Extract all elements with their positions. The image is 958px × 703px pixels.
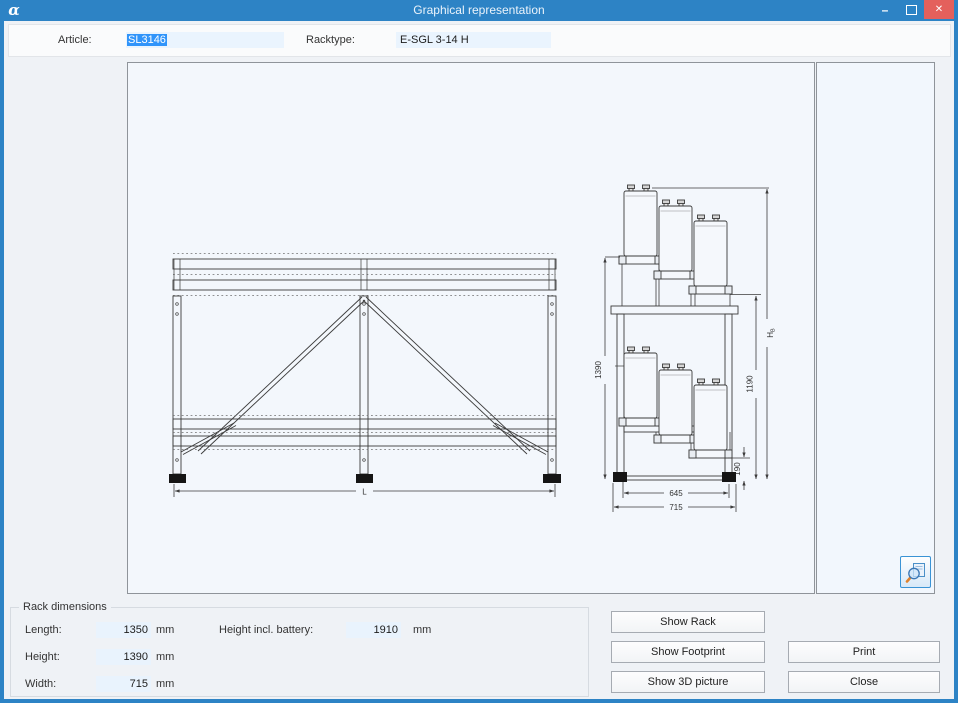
magnifier-page-icon bbox=[905, 562, 925, 583]
height-incl-battery-label: Height incl. battery: bbox=[219, 624, 314, 636]
width-unit: mm bbox=[156, 678, 175, 690]
width-label: Width: bbox=[25, 678, 57, 690]
rack-dimensions-group: Rack dimensions Length: 1350 mm Height: … bbox=[10, 601, 589, 697]
dim-height-total: 1390 bbox=[594, 361, 603, 379]
width-field[interactable]: 715 bbox=[96, 676, 151, 692]
dim-length-label: L bbox=[362, 488, 367, 497]
graphical-representation-window: α Graphical representation – ✕ Article: … bbox=[0, 0, 958, 703]
side-panel bbox=[816, 62, 935, 594]
battery-lower-1 bbox=[618, 346, 663, 427]
article-label: Article: bbox=[58, 34, 92, 46]
minimize-button[interactable]: – bbox=[872, 0, 898, 19]
dim-height-incl-battery-label: HB bbox=[766, 328, 777, 338]
rack-drawing: L 1390 HB 1190 190 645 715 bbox=[169, 184, 777, 512]
battery-lower-3 bbox=[688, 378, 733, 459]
racktype-field[interactable]: E-SGL 3-14 H bbox=[396, 32, 551, 48]
window-border-right bbox=[954, 21, 958, 703]
maximize-icon bbox=[905, 4, 917, 15]
show-3d-picture-button[interactable]: Show 3D picture bbox=[611, 671, 765, 693]
zoom-preview-button[interactable] bbox=[900, 556, 931, 588]
close-dialog-button[interactable]: Close bbox=[788, 671, 940, 693]
length-label: Length: bbox=[25, 624, 62, 636]
maximize-button[interactable] bbox=[898, 0, 924, 19]
height-unit: mm bbox=[156, 651, 175, 663]
side-view: 1390 HB 1190 190 645 715 bbox=[594, 184, 777, 512]
show-footprint-button[interactable]: Show Footprint bbox=[611, 641, 765, 663]
window-controls: – ✕ bbox=[872, 0, 954, 21]
article-input[interactable]: SL3146 bbox=[126, 32, 284, 48]
window-border-bottom bbox=[0, 699, 958, 703]
close-button[interactable]: ✕ bbox=[924, 0, 954, 19]
battery-upper-2 bbox=[653, 199, 698, 280]
height-incl-battery-unit: mm bbox=[413, 624, 432, 636]
dim-width-outer: 715 bbox=[669, 503, 683, 512]
drawing-canvas: L 1390 HB 1190 190 645 715 bbox=[127, 62, 815, 594]
battery-upper-3 bbox=[688, 214, 733, 295]
window-border-left bbox=[0, 21, 4, 703]
front-view: L bbox=[169, 253, 561, 497]
title-bar: α Graphical representation – ✕ bbox=[0, 0, 958, 21]
dim-height-upper: 1190 bbox=[746, 375, 755, 393]
height-incl-battery-field[interactable]: 1910 bbox=[346, 622, 401, 638]
battery-upper-1 bbox=[618, 184, 663, 265]
height-field[interactable]: 1390 bbox=[96, 649, 151, 665]
article-value-selected: SL3146 bbox=[127, 34, 167, 46]
height-label: Height: bbox=[25, 651, 60, 663]
racktype-label: Racktype: bbox=[306, 34, 355, 46]
rack-dimensions-group-label: Rack dimensions bbox=[19, 601, 111, 613]
print-button[interactable]: Print bbox=[788, 641, 940, 663]
length-field[interactable]: 1350 bbox=[96, 622, 151, 638]
battery-lower-2 bbox=[653, 363, 698, 444]
header-strip: Article: SL3146 Racktype: E-SGL 3-14 H bbox=[8, 24, 951, 57]
window-title: Graphical representation bbox=[413, 3, 545, 17]
length-unit: mm bbox=[156, 624, 175, 636]
dim-width-inner: 645 bbox=[669, 489, 683, 498]
show-rack-button[interactable]: Show Rack bbox=[611, 611, 765, 633]
